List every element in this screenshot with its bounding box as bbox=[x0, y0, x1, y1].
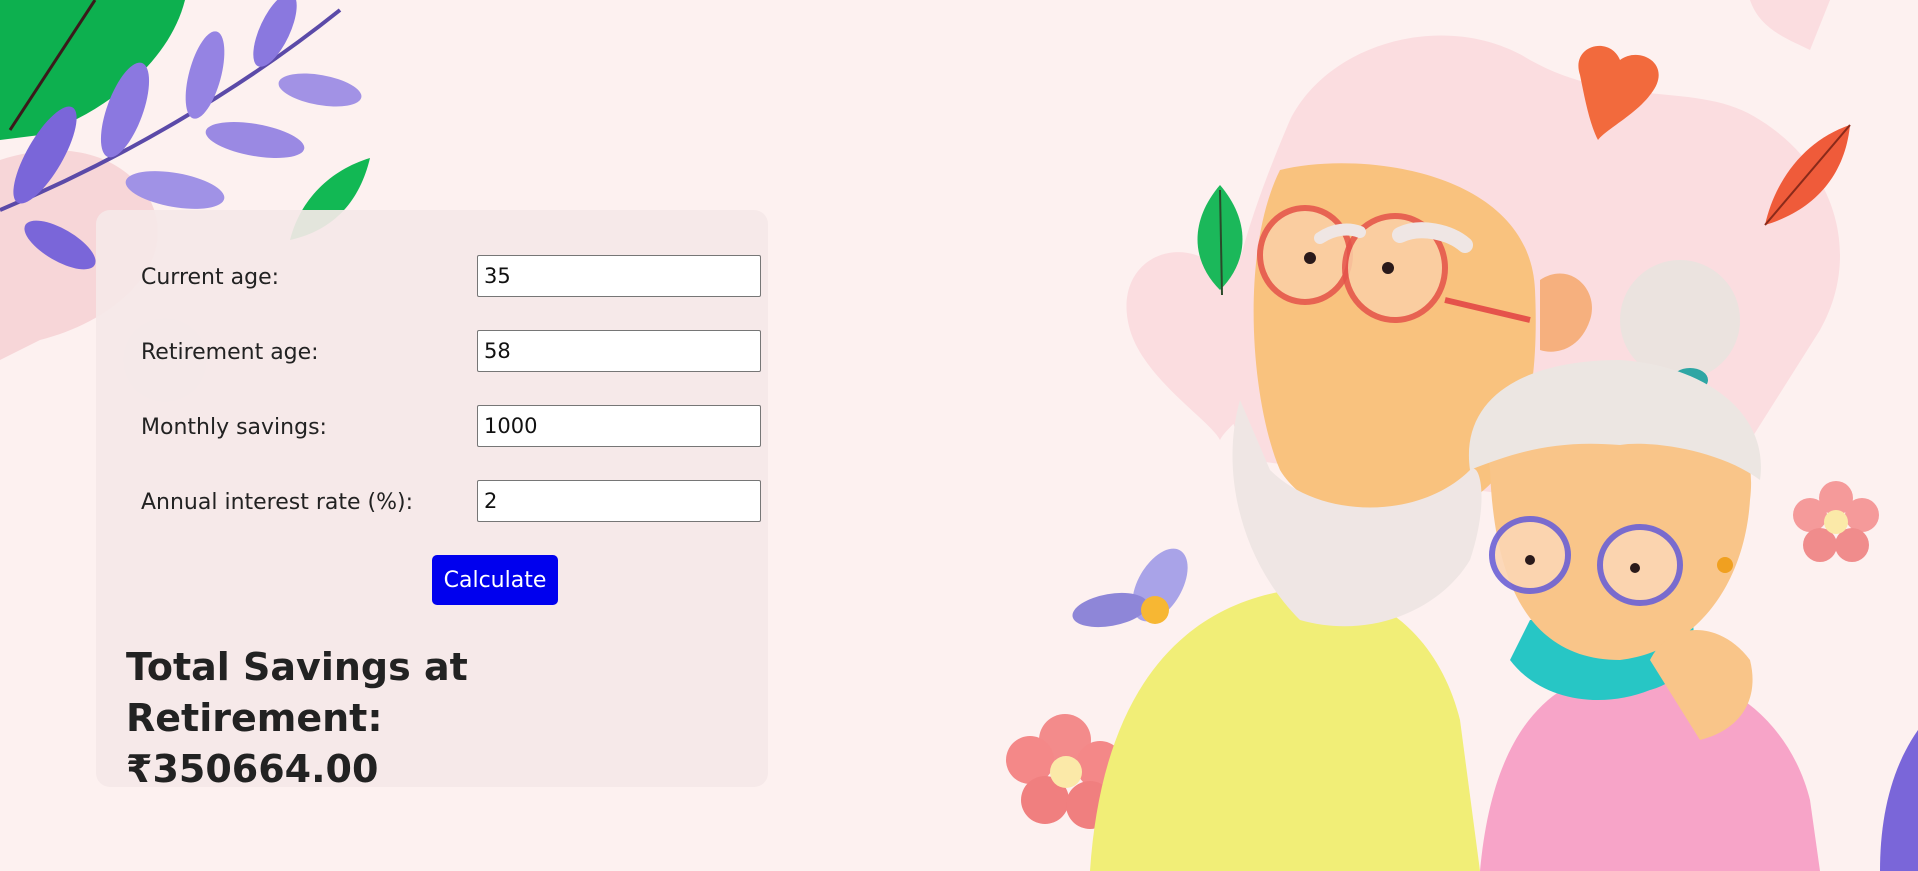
monthly-savings-row: Monthly savings: bbox=[141, 405, 761, 451]
retirement-age-label: Retirement age: bbox=[141, 340, 319, 365]
annual-interest-rate-row: Annual interest rate (%): bbox=[141, 480, 761, 526]
current-age-input[interactable] bbox=[477, 255, 761, 297]
monthly-savings-label: Monthly savings: bbox=[141, 415, 327, 440]
green-leaf-decoration bbox=[0, 0, 185, 140]
current-age-label: Current age: bbox=[141, 265, 280, 290]
page: Current age: Retirement age: Monthly sav… bbox=[0, 0, 1918, 871]
monthly-savings-input[interactable] bbox=[477, 405, 761, 447]
current-age-row: Current age: bbox=[141, 255, 761, 301]
annual-interest-rate-input[interactable] bbox=[477, 480, 761, 522]
result-heading: Total Savings at Retirement: bbox=[126, 645, 468, 740]
result-amount: ₹350664.00 bbox=[126, 747, 379, 791]
small-pink-flower-decoration bbox=[1793, 481, 1879, 562]
lavender-flower-decoration bbox=[1072, 548, 1188, 628]
calculate-button[interactable]: Calculate bbox=[432, 555, 558, 605]
retirement-age-input[interactable] bbox=[477, 330, 761, 372]
annual-interest-rate-label: Annual interest rate (%): bbox=[141, 490, 414, 515]
total-savings-result: Total Savings at Retirement: ₹350664.00 bbox=[126, 642, 726, 795]
retirement-age-row: Retirement age: bbox=[141, 330, 761, 376]
retirement-calculator-card: Current age: Retirement age: Monthly sav… bbox=[96, 210, 768, 791]
